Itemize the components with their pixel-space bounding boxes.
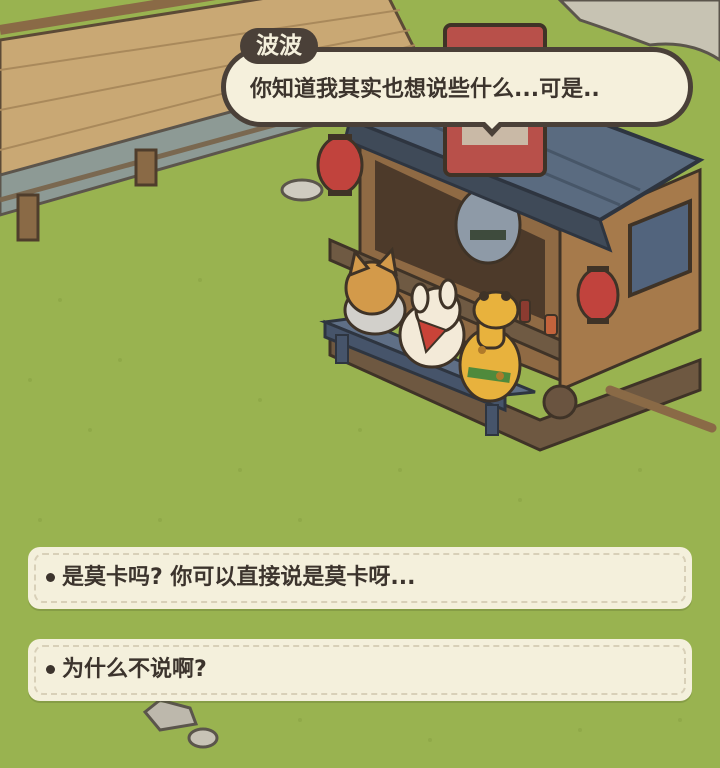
bullet-dot-icon: [46, 665, 55, 674]
lantern-right: [576, 266, 620, 324]
bullet-dot-icon: [46, 573, 55, 582]
dialogue-option-2[interactable]: 为什么不说啊?: [28, 639, 692, 701]
stone: [280, 178, 324, 202]
dialogue-option-label: 是莫卡吗? 你可以直接说是莫卡呀...: [62, 565, 416, 590]
speaker-name: 波波: [256, 33, 302, 59]
lantern-left: [316, 134, 364, 196]
game-scene: 波波 你知道我其实也想说些什么...可是.. 是莫卡吗? 你可以直接说是莫卡呀.…: [0, 0, 720, 768]
dialogue-text: 你知道我其实也想说些什么...可是..: [250, 77, 600, 102]
speaker-name-tag: 波波: [240, 28, 318, 64]
stone: [142, 698, 199, 732]
dialogue-option-1[interactable]: 是莫卡吗? 你可以直接说是莫卡呀...: [28, 547, 692, 609]
dialogue-option-label: 为什么不说啊?: [62, 657, 207, 682]
stone: [187, 727, 219, 749]
